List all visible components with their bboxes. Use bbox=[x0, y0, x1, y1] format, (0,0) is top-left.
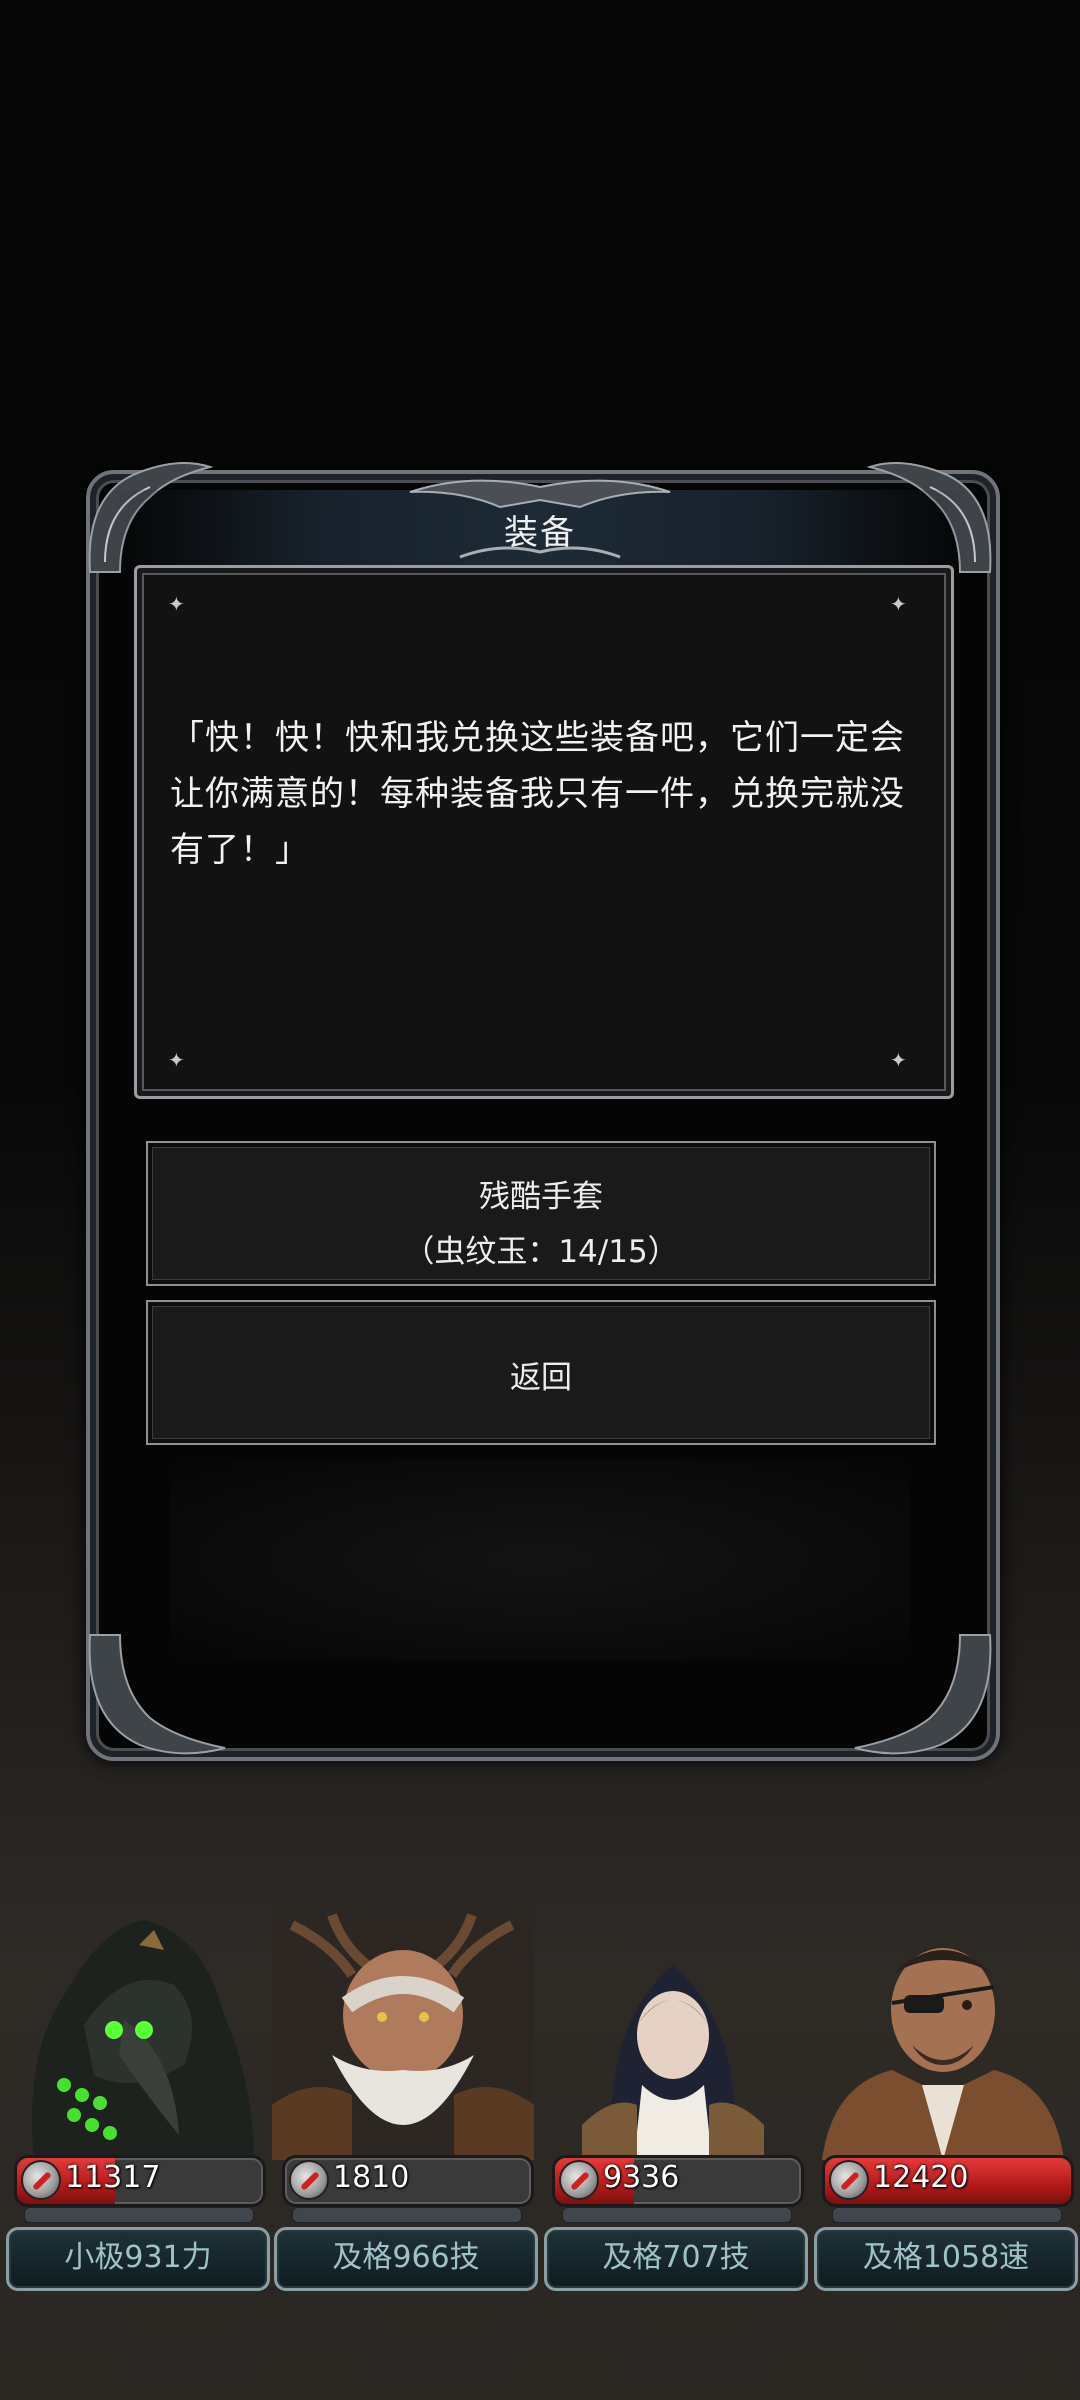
dialog-title: 装备 bbox=[504, 513, 576, 553]
return-button[interactable]: 返回 bbox=[146, 1300, 936, 1445]
secondary-bar bbox=[292, 2207, 522, 2223]
sword-icon bbox=[559, 2160, 599, 2200]
corner-star-icon: ✦ bbox=[890, 592, 907, 616]
eyepatch-rogue-portrait bbox=[822, 1948, 1064, 2160]
secondary-bar bbox=[832, 2207, 1062, 2223]
plague-doctor-portrait bbox=[32, 1920, 254, 2160]
option-item-cost: （虫纹玉：14/15） bbox=[403, 1234, 679, 1270]
dialog-empty-area bbox=[170, 1460, 910, 1660]
stat-label: 及格707技 bbox=[544, 2227, 808, 2291]
nun-portrait bbox=[582, 1965, 764, 2160]
corner-star-icon: ✦ bbox=[168, 592, 185, 616]
antlered-druid-portrait bbox=[272, 1905, 534, 2160]
hp-bar: 12420 bbox=[822, 2155, 1074, 2207]
dialog-message: 「快！快！快和我兑换这些装备吧，它们一定会让你满意的！每种装备我只有一件，兑换完… bbox=[170, 718, 905, 870]
party-member-card[interactable]: 12420 及格1058速 bbox=[812, 1905, 1078, 2295]
option-item-name: 残酷手套 bbox=[479, 1179, 603, 1215]
hp-value: 12420 bbox=[873, 2160, 969, 2195]
sword-icon bbox=[289, 2160, 329, 2200]
hp-value: 1810 bbox=[333, 2160, 410, 2195]
return-label: 返回 bbox=[510, 1360, 572, 1396]
secondary-bar bbox=[562, 2207, 792, 2223]
corner-star-icon: ✦ bbox=[168, 1048, 185, 1072]
hp-bar: 1810 bbox=[282, 2155, 534, 2207]
corner-star-icon: ✦ bbox=[890, 1048, 907, 1072]
sword-icon bbox=[829, 2160, 869, 2200]
stat-label: 及格1058速 bbox=[814, 2227, 1078, 2291]
party-member-card[interactable]: 1810 及格966技 bbox=[272, 1905, 538, 2295]
stat-label: 及格966技 bbox=[274, 2227, 538, 2291]
exchange-option-button[interactable]: 残酷手套 （虫纹玉：14/15） bbox=[146, 1141, 936, 1286]
stat-label: 小极931力 bbox=[6, 2227, 270, 2291]
hp-bar: 9336 bbox=[552, 2155, 804, 2207]
sword-icon bbox=[21, 2160, 61, 2200]
hp-value: 9336 bbox=[603, 2160, 680, 2195]
hp-bar: 11317 bbox=[14, 2155, 266, 2207]
secondary-bar bbox=[24, 2207, 254, 2223]
party-member-card[interactable]: 11317 小极931力 bbox=[4, 1905, 270, 2295]
hp-value: 11317 bbox=[65, 2160, 161, 2195]
party-member-card[interactable]: 9336 及格707技 bbox=[542, 1905, 808, 2295]
